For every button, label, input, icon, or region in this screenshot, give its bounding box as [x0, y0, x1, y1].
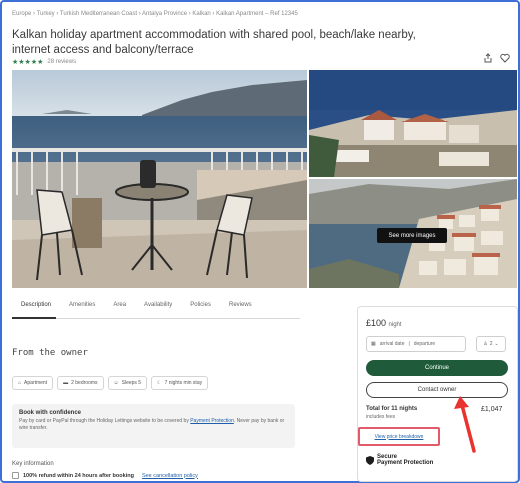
calendar-icon: ▦	[371, 341, 376, 347]
contact-owner-button[interactable]: Contact owner	[366, 382, 508, 398]
book-text-main: Pay by card or PayPal through the Holida…	[19, 418, 189, 424]
chip-property-type: ⌂ Apartment	[12, 376, 54, 390]
total-label: Total for 11 nights	[366, 406, 418, 412]
refund-text: 100% refund within 24 hours after bookin…	[23, 472, 134, 479]
guests-icon: ♙	[483, 341, 488, 347]
home-icon: ⌂	[18, 380, 22, 386]
chip-sleeps: ☺ Sleeps 5	[107, 376, 148, 390]
property-facts: ⌂ Apartment ▬ 2 bedrooms ☺ Sleeps 5 ☾ 7 …	[12, 376, 209, 390]
chip-min-stay: ☾ 7 nights min stay	[151, 376, 209, 390]
tab-amenities[interactable]: Amenities	[60, 298, 104, 312]
continue-button[interactable]: Continue	[366, 360, 508, 376]
payment-protection-badge[interactable]: Secure Payment Protection	[366, 454, 433, 466]
chip-bedrooms: ▬ 2 bedrooms	[57, 376, 104, 390]
chip-label: Sleeps 5	[121, 380, 142, 386]
total-amount: £1,047	[481, 406, 503, 413]
owner-heading: From the owner	[12, 348, 88, 358]
checkbox-icon	[12, 472, 19, 479]
protection-label: Payment Protection	[377, 460, 434, 466]
bed-icon: ▬	[63, 380, 69, 386]
price-per: night	[388, 322, 402, 328]
listing-tabs: Description Amenities Area Availability …	[12, 298, 261, 312]
chip-label: Apartment	[24, 380, 48, 386]
red-arrow-annotation	[454, 396, 476, 453]
refund-row: 100% refund within 24 hours after bookin…	[12, 472, 198, 479]
see-more-images-button[interactable]: See more images	[377, 228, 447, 243]
payment-protection-link[interactable]: Payment Protection	[190, 418, 234, 424]
date-separator: |	[408, 341, 410, 347]
active-tab-indicator	[12, 317, 56, 319]
tab-description[interactable]: Description	[12, 298, 60, 312]
chevron-down-icon: ⌄	[494, 341, 499, 347]
checkout-field[interactable]: departure	[414, 341, 435, 347]
side-photo-top[interactable]	[309, 70, 517, 177]
rating-stars: ★★★★★	[12, 59, 44, 66]
date-picker[interactable]: ▦ arrival date | departure	[366, 336, 466, 352]
book-title: Book with confidence	[19, 410, 82, 416]
key-info-heading: Key information	[12, 461, 54, 467]
checkin-field[interactable]: arrival date	[380, 341, 405, 347]
rating[interactable]: ★★★★★ 28 reviews	[12, 58, 76, 66]
main-photo[interactable]	[12, 70, 307, 288]
people-icon: ☺	[113, 380, 119, 386]
shield-icon	[366, 455, 374, 465]
nightly-price: £100 night	[366, 318, 402, 328]
tab-reviews[interactable]: Reviews	[220, 298, 261, 312]
tab-area[interactable]: Area	[104, 298, 135, 312]
chip-label: 7 nights min stay	[164, 380, 203, 386]
total-sub: includes fees	[366, 414, 396, 420]
breadcrumb[interactable]: Europe › Turkey › Turkish Mediterranean …	[12, 11, 298, 17]
cancellation-policy-link[interactable]: See cancellation policy	[142, 473, 198, 479]
review-count[interactable]: 28 reviews	[47, 59, 76, 65]
chip-label: 2 bedrooms	[71, 380, 98, 386]
listing-title: Kalkan holiday apartment accommodation w…	[12, 29, 416, 56]
guests-selector[interactable]: ♙ 2 ⌄	[476, 336, 506, 352]
price-breakdown-link[interactable]: View price breakdown	[358, 427, 440, 446]
tab-policies[interactable]: Policies	[181, 298, 220, 312]
tab-availability[interactable]: Availability	[135, 298, 181, 312]
share-icon[interactable]	[482, 52, 494, 64]
guests-count: 2	[489, 341, 493, 347]
book-with-confidence-box: Book with confidence Pay by card or PayP…	[12, 404, 295, 448]
heart-icon[interactable]	[499, 52, 511, 64]
moon-icon: ☾	[157, 380, 162, 386]
book-text: Pay by card or PayPal through the Holida…	[19, 418, 288, 432]
protection-text: Secure Payment Protection	[377, 454, 433, 466]
price-amount: £100	[366, 318, 387, 328]
